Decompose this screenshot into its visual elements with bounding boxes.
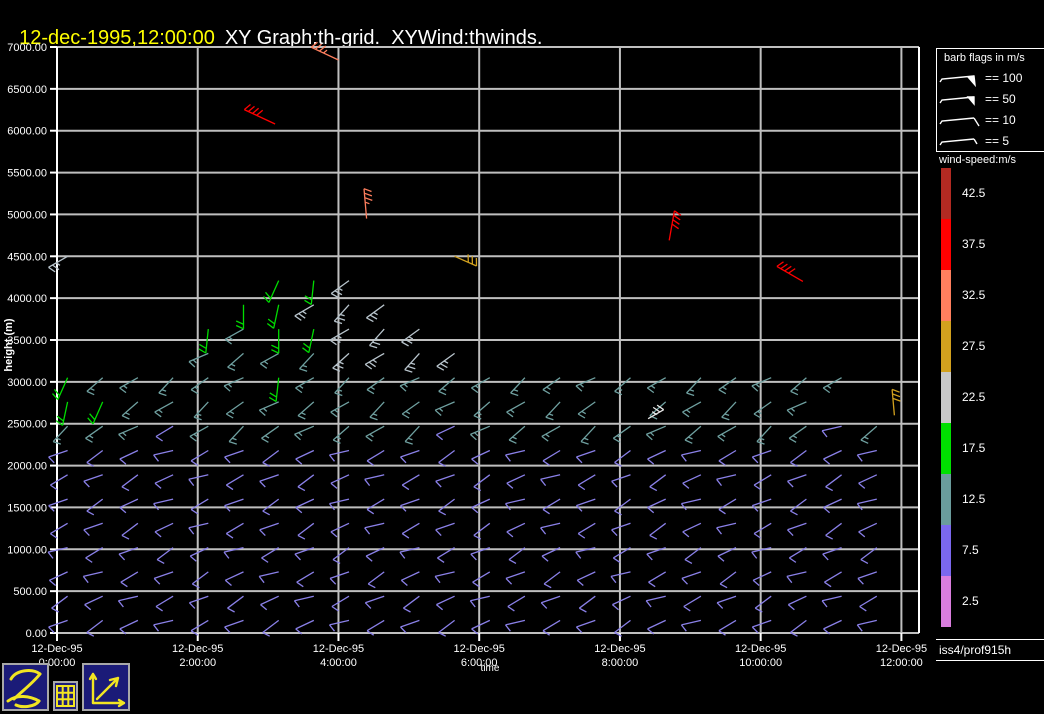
colorbar-label: 27.5 — [962, 339, 986, 353]
wind-speed-colorbar — [941, 168, 951, 627]
zebra-logo-icon — [6, 669, 42, 709]
legend-flag-label: == 10 — [985, 112, 1016, 127]
svg-text:4:00:00: 4:00:00 — [320, 657, 357, 669]
svg-text:5500.00: 5500.00 — [7, 168, 47, 180]
full-barb-icon — [939, 116, 980, 126]
svg-text:5000.00: 5000.00 — [7, 209, 47, 221]
colorbar-label: 32.5 — [962, 288, 986, 302]
flag-triangle-icon — [939, 95, 975, 106]
svg-text:time: time — [481, 663, 500, 674]
colorbar-segment — [941, 219, 951, 270]
grid-button[interactable] — [53, 681, 78, 711]
legend-flag-item: == 100 — [938, 67, 1022, 88]
legend-flag-item: == 10 — [938, 109, 1022, 130]
colorbar-segment — [941, 423, 951, 474]
svg-text:4000.00: 4000.00 — [7, 293, 47, 305]
svg-text:10:00:00: 10:00:00 — [739, 657, 782, 669]
legend-left-divider — [936, 48, 937, 152]
svg-text:7000.00: 7000.00 — [7, 42, 47, 54]
colorbar-segment — [941, 168, 951, 219]
legend-flag-item: == 5 — [938, 130, 1022, 151]
colorbar-label: 2.5 — [962, 594, 979, 608]
colorbar-label: 12.5 — [962, 492, 986, 506]
colorbar-label: 37.5 — [962, 237, 986, 251]
station-label: iss4/prof915h — [939, 643, 1012, 657]
svg-text:6500.00: 6500.00 — [7, 84, 47, 96]
colorbar-segment — [941, 372, 951, 423]
svg-text:12-Dec-95: 12-Dec-95 — [876, 643, 927, 655]
grid-icon — [56, 685, 75, 707]
svg-text:2:00:00: 2:00:00 — [179, 657, 216, 669]
colorbar-label: 22.5 — [962, 390, 986, 404]
colorbar-label: 17.5 — [962, 441, 986, 455]
legend-flag-item: == 50 — [938, 88, 1022, 109]
colorbar-segment — [941, 474, 951, 525]
wind-barb-plot[interactable]: 7000.00 6500.00 6000.00 5500.00 5000.00 4500.… — [0, 0, 1044, 690]
svg-text:6000.00: 6000.00 — [7, 126, 47, 138]
legend-divider — [936, 151, 1044, 152]
half-barb-icon — [939, 137, 978, 145]
colorbar-segment — [941, 525, 951, 576]
colorbar-title: wind-speed:m/s — [939, 154, 1017, 166]
colorbar-segment — [941, 576, 951, 627]
legend-flag-label: == 100 — [985, 70, 1023, 85]
svg-text:12-Dec-95: 12-Dec-95 — [594, 643, 645, 655]
xy-plot-icon — [88, 672, 126, 708]
zebra-wind-profiler-window: { "title": { "timestamp": "12-dec-1995,1… — [0, 0, 1044, 713]
svg-text:8:00:00: 8:00:00 — [602, 657, 639, 669]
station-top-divider — [936, 639, 1044, 640]
legend-flag-label: == 5 — [985, 133, 1010, 148]
svg-text:2000.00: 2000.00 — [7, 461, 47, 473]
svg-text:12-Dec-95: 12-Dec-95 — [735, 643, 786, 655]
xy-plot-button[interactable] — [82, 663, 130, 711]
svg-text:2500.00: 2500.00 — [7, 419, 47, 431]
colorbar-label: 42.5 — [962, 186, 986, 200]
svg-text:500.00: 500.00 — [13, 586, 47, 598]
svg-text:0.00: 0.00 — [26, 628, 47, 640]
svg-text:12-Dec-95: 12-Dec-95 — [172, 643, 223, 655]
svg-text:1500.00: 1500.00 — [7, 502, 47, 514]
colorbar-segment — [941, 270, 951, 321]
colorbar-label: 7.5 — [962, 543, 979, 557]
barb-flags-legend-title: barb flags in m/s — [944, 52, 1025, 64]
station-bottom-divider — [936, 660, 1044, 661]
svg-text:12-Dec-95: 12-Dec-95 — [313, 643, 364, 655]
flag-rect-icon — [939, 74, 976, 87]
svg-text:12-Dec-95: 12-Dec-95 — [31, 643, 82, 655]
legend-top-divider — [936, 48, 1044, 49]
svg-text:3000.00: 3000.00 — [7, 377, 47, 389]
barb-flags-legend: == 100 == 50 == 10 == 5 — [938, 67, 1022, 151]
svg-text:12:00:00: 12:00:00 — [880, 657, 923, 669]
zebra-logo-button[interactable] — [2, 663, 49, 711]
svg-text:4500.00: 4500.00 — [7, 251, 47, 263]
colorbar-segment — [941, 321, 951, 372]
svg-text:12-Dec-95: 12-Dec-95 — [454, 643, 505, 655]
svg-text:height (m): height (m) — [3, 318, 15, 371]
svg-text:1000.00: 1000.00 — [7, 544, 47, 556]
legend-flag-label: == 50 — [985, 91, 1016, 106]
